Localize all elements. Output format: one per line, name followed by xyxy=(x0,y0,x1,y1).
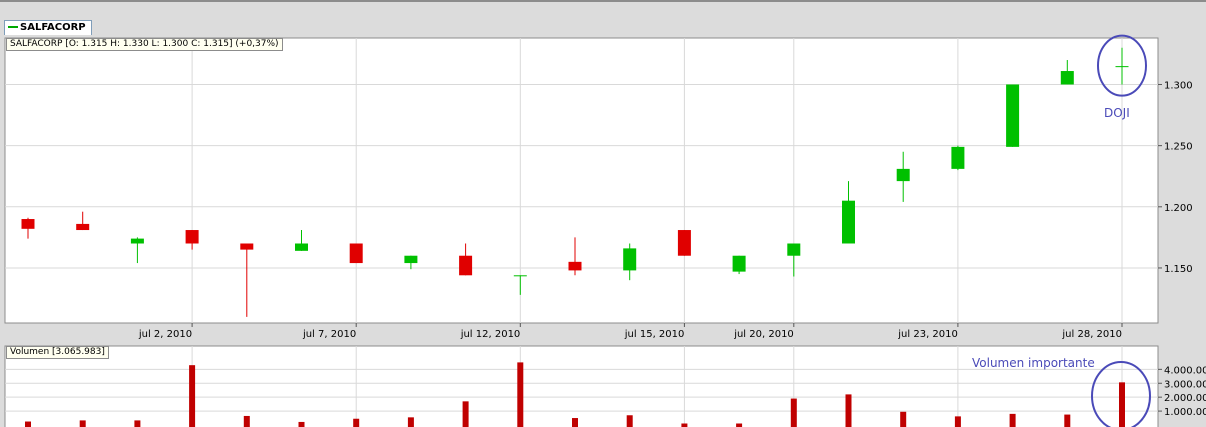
volume-bar xyxy=(243,415,250,427)
volume-bar xyxy=(845,394,852,427)
volume-bar xyxy=(298,421,305,427)
x-tick-label: jul 15, 2010 xyxy=(624,329,685,340)
volume-annotation: Volumen importante xyxy=(972,356,1095,370)
candle-body-up xyxy=(951,146,965,169)
candle-body-up xyxy=(130,238,144,244)
candle-body-up xyxy=(1115,66,1129,68)
volume-bar xyxy=(189,365,196,427)
x-tick-label: jul 7, 2010 xyxy=(302,329,356,340)
volume-bar xyxy=(900,411,907,427)
candle-body-down xyxy=(677,230,691,256)
volume-bar xyxy=(1064,414,1071,427)
volume-bar xyxy=(954,416,961,427)
volume-bar xyxy=(572,418,578,427)
price-info-label: SALFACORP [O: 1.315 H: 1.330 L: 1.300 C:… xyxy=(6,38,283,51)
x-tick-label: jul 20, 2010 xyxy=(733,329,794,340)
volume-info-label: Volumen [3.065.983] xyxy=(6,346,109,359)
x-tick-label: jul 23, 2010 xyxy=(897,329,958,340)
x-tick-label: jul 28, 2010 xyxy=(1061,329,1122,340)
candle-body-down xyxy=(21,219,35,229)
candle-body-down xyxy=(349,243,363,264)
candle-body-up xyxy=(404,255,418,264)
doji-annotation: DOJI xyxy=(1104,106,1130,120)
candle-body-up xyxy=(1060,71,1074,85)
volume-y-tick-label: 4.000.000 xyxy=(1164,365,1206,376)
price-y-tick-label: 1.300 xyxy=(1164,80,1193,91)
candle-body-up xyxy=(1006,84,1020,147)
x-tick-label: jul 12, 2010 xyxy=(460,329,521,340)
candle-body-down xyxy=(76,223,90,231)
price-plot-area xyxy=(4,37,1159,324)
candle-body-up xyxy=(896,168,910,182)
volume-y-tick-label: 3.000.000 xyxy=(1164,379,1206,390)
x-tick-label: jul 2, 2010 xyxy=(138,329,192,340)
volume-bar xyxy=(79,420,86,427)
volume-bar xyxy=(407,417,414,427)
candle-body-down xyxy=(240,243,254,250)
volume-bar xyxy=(626,415,633,427)
candle-body-down xyxy=(568,261,582,271)
price-y-tick-label: 1.150 xyxy=(1164,264,1193,275)
volume-bar xyxy=(736,423,743,427)
volume-bar xyxy=(1009,413,1016,427)
volume-bar xyxy=(790,398,797,427)
candle-body-up xyxy=(623,248,637,271)
volume-bar xyxy=(1119,382,1125,427)
candle-body-up xyxy=(787,243,801,256)
candle-body-up xyxy=(513,275,527,277)
volume-bar xyxy=(134,420,141,427)
volume-bar xyxy=(517,362,524,427)
volume-bar xyxy=(681,423,688,427)
price-y-tick-label: 1.200 xyxy=(1164,203,1193,214)
candle-body-up xyxy=(842,200,855,244)
price-panel: 1.150 1.200 1.250 1.300 jul 2, 2010 jul 7, 20… xyxy=(4,34,1193,340)
volume-bar xyxy=(25,421,31,427)
volume-bar xyxy=(462,401,469,427)
volume-y-tick-label: 1.000.000 xyxy=(1164,407,1206,418)
candle-body-down xyxy=(459,255,473,276)
candle-body-down xyxy=(185,230,199,244)
candle-body-up xyxy=(732,255,746,272)
price-y-tick-label: 1.250 xyxy=(1164,142,1193,153)
candle-body-up xyxy=(295,243,308,251)
volume-bar xyxy=(353,418,360,427)
volume-y-tick-label: 2.000.000 xyxy=(1164,393,1206,404)
